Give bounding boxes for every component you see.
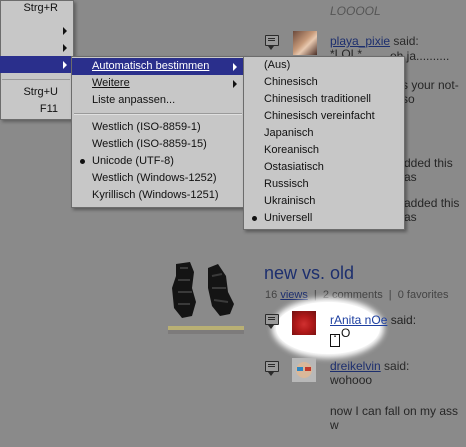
comment-icon: [265, 314, 279, 329]
menu-item-label: Chinesisch: [264, 76, 318, 88]
avatar[interactable]: [292, 358, 316, 382]
menu-item-detector[interactable]: Ostasiatisch: [244, 159, 404, 176]
post-stats: 16 views | 2 comments | 0 favorites: [265, 289, 448, 301]
submenu-arrow-icon: [233, 80, 237, 88]
menu-item-more[interactable]: Weitere: [72, 75, 244, 92]
menu-item-encoding[interactable]: Unicode (UTF-8): [72, 153, 244, 170]
submenu-arrow-icon: [233, 63, 237, 71]
views-link[interactable]: views: [280, 289, 308, 301]
menu-item[interactable]: [0, 22, 72, 39]
menu-separator: [74, 113, 242, 115]
menu-item[interactable]: [0, 39, 72, 56]
menu-item-encoding[interactable]: Kyrillisch (Windows-1251): [72, 187, 244, 204]
submenu-arrow-icon: [63, 44, 67, 52]
views-count: 16: [265, 289, 278, 301]
stats-separator: |: [388, 289, 392, 301]
comments-count: 2 comments: [322, 289, 383, 301]
menu-item-label: Unicode (UTF-8): [92, 155, 174, 167]
stats-separator: |: [313, 289, 317, 301]
comment-user-link[interactable]: rAnita nOe: [330, 313, 387, 327]
menu-item-character-encoding[interactable]: [0, 56, 72, 73]
menu-shortcut: Strg+R: [23, 2, 58, 14]
comment-icon: [265, 35, 279, 50]
menu-item-detector[interactable]: Chinesisch traditionell: [244, 91, 404, 108]
favorites-count: 0 favorites: [397, 289, 449, 301]
submenu-arrow-icon: [63, 27, 67, 35]
menu-item-label: Russisch: [264, 178, 309, 190]
radio-selected-icon: [80, 159, 85, 164]
comment-user-link[interactable]: playa_pixie: [330, 34, 390, 48]
menu-item-label: Kyrillisch (Windows-1251): [92, 189, 219, 201]
encoding-submenu: Automatisch bestimmen Weitere Liste anpa…: [71, 56, 245, 208]
menu-item-label: Automatisch bestimmen: [92, 60, 210, 72]
menu-item-label: Westlich (Windows-1252): [92, 172, 217, 184]
comment-text-value: O: [341, 326, 351, 340]
menu-item-label: Westlich (ISO-8859-15): [92, 138, 207, 150]
menu-item-label: Weitere: [92, 77, 130, 89]
comment-icon: [265, 361, 279, 376]
menu-item-label: Westlich (ISO-8859-1): [92, 121, 201, 133]
partial-comment-text: added this as: [404, 196, 460, 224]
comment-header: playa_pixie said:: [330, 34, 419, 48]
comment-header: rAnita nOe said:: [330, 313, 416, 327]
comment-header: dreikelvin said:: [330, 359, 409, 373]
said-label: said:: [393, 34, 419, 48]
menu-item-label: Japanisch: [264, 127, 314, 139]
menu-item-detector[interactable]: Ukrainisch: [244, 193, 404, 210]
menu-item-label: (Aus): [264, 59, 291, 71]
menu-shortcut: Strg+U: [23, 86, 58, 98]
partial-comment-text: s your not-so: [402, 78, 459, 106]
unknown-glyph-icon: ▪: [330, 334, 340, 347]
menu-item-label: Ukrainisch: [264, 195, 316, 207]
menu-item-encoding[interactable]: Westlich (Windows-1252): [72, 170, 244, 187]
menu-item-customize-list[interactable]: Liste anpassen...: [72, 92, 244, 109]
menu-item-detector[interactable]: (Aus): [244, 57, 404, 74]
menu-item-detector[interactable]: Chinesisch vereinfacht: [244, 108, 404, 125]
menu-item-label: Koreanisch: [264, 144, 320, 156]
post-title[interactable]: new vs. old: [264, 263, 354, 284]
menu-item-label: Ostasiatisch: [264, 161, 324, 173]
post-thumbnail[interactable]: [168, 258, 244, 334]
menu-item-encoding[interactable]: Westlich (ISO-8859-15): [72, 136, 244, 153]
menu-item[interactable]: Strg+R: [0, 0, 72, 17]
menu-item-label: Universell: [264, 212, 313, 224]
menu-item-auto-detect[interactable]: Automatisch bestimmen: [72, 58, 244, 75]
menu-item-encoding[interactable]: Westlich (ISO-8859-1): [72, 119, 244, 136]
menu-item-detector[interactable]: Russisch: [244, 176, 404, 193]
menu-item-detector[interactable]: Chinesisch: [244, 74, 404, 91]
view-menu: Strg+R Strg+U F11: [0, 0, 74, 120]
menu-item-detector[interactable]: Japanisch: [244, 125, 404, 142]
partial-comment-text: dded this as: [404, 156, 453, 184]
comment-text: ▪ O: [330, 326, 350, 347]
avatar[interactable]: [292, 311, 316, 335]
menu-item-label: Liste anpassen...: [92, 94, 176, 106]
menu-item[interactable]: F11: [0, 101, 72, 118]
comment-text: wohooo: [330, 373, 373, 387]
said-label: said:: [384, 359, 410, 373]
comment-text: now I can fall on my ass w: [330, 404, 459, 432]
menu-shortcut: F11: [39, 103, 58, 115]
menu-item-detector[interactable]: Universell: [244, 210, 404, 227]
avatar[interactable]: [293, 31, 317, 55]
menu-item[interactable]: Strg+U: [0, 84, 72, 101]
menu-item-label: Chinesisch vereinfacht: [264, 110, 375, 122]
menu-item-detector[interactable]: Koreanisch: [244, 142, 404, 159]
said-label: said:: [390, 313, 417, 327]
submenu-arrow-icon: [63, 61, 67, 69]
top-comment-text: LOOOOL: [330, 4, 381, 18]
menu-separator: [2, 79, 70, 80]
comment-user-link[interactable]: dreikelvin: [330, 359, 381, 373]
autodetect-submenu: (Aus) Chinesisch Chinesisch traditionell…: [243, 56, 405, 230]
radio-selected-icon: [252, 216, 257, 221]
menu-item-label: Chinesisch traditionell: [264, 93, 371, 105]
